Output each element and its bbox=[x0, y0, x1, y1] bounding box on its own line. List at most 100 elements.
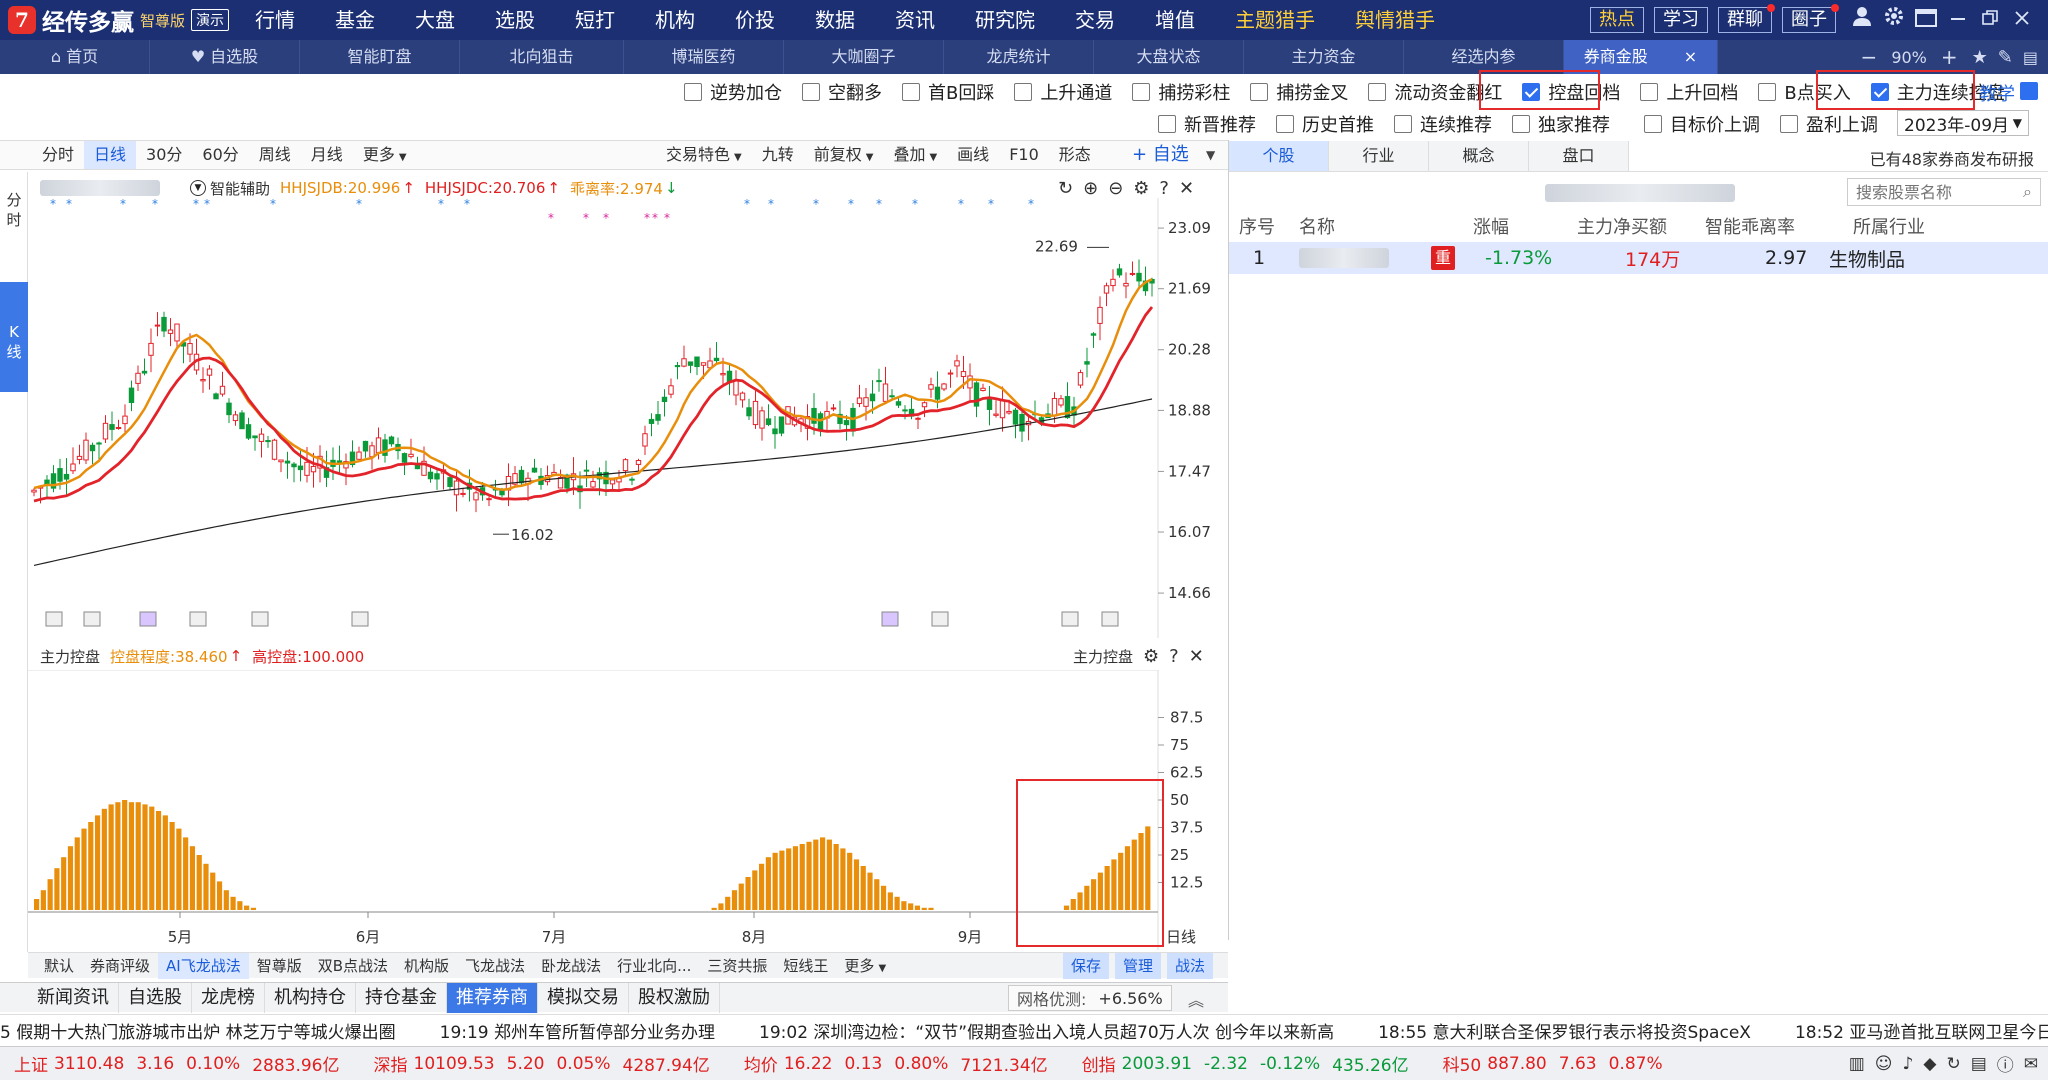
user-icon[interactable] bbox=[1846, 0, 1878, 40]
news-tab[interactable]: 模拟交易 bbox=[538, 982, 629, 1013]
refresh-icon[interactable]: ↻ bbox=[1946, 1054, 1960, 1074]
menu-item[interactable]: 选股 bbox=[475, 0, 555, 40]
column-header[interactable]: 名称 bbox=[1299, 213, 1335, 239]
circle-button[interactable]: 圈子 bbox=[1782, 4, 1839, 33]
document-icon[interactable]: ▤ bbox=[1971, 1054, 1987, 1074]
event-marker-icon[interactable] bbox=[189, 611, 207, 627]
checkbox[interactable] bbox=[1276, 115, 1294, 133]
index-item[interactable]: 上证 3110.48 3.16 0.10% 2883.96亿 bbox=[14, 1051, 340, 1077]
menu-item[interactable]: 价投 bbox=[715, 0, 795, 40]
column-header[interactable]: 涨幅 bbox=[1473, 213, 1509, 239]
chart-tool-button[interactable]: F10 bbox=[999, 141, 1049, 169]
help-icon[interactable]: ? bbox=[1169, 646, 1179, 667]
column-header[interactable]: 主力净买额 bbox=[1577, 213, 1667, 239]
diamond-icon[interactable]: ◆ bbox=[1923, 1054, 1936, 1074]
filter-checkbox[interactable]: 连续推荐 bbox=[1394, 111, 1492, 137]
column-header[interactable]: 序号 bbox=[1239, 213, 1275, 239]
right-tab[interactable]: 概念 bbox=[1429, 140, 1529, 171]
checkbox[interactable] bbox=[902, 83, 920, 101]
page-icon[interactable]: ▤ bbox=[2023, 48, 2038, 67]
checkbox[interactable] bbox=[1132, 83, 1151, 101]
event-marker-icon[interactable] bbox=[45, 611, 63, 627]
minimize-icon[interactable] bbox=[1942, 0, 1974, 40]
menu-item[interactable]: 研究院 bbox=[955, 0, 1055, 40]
group-chat-button[interactable]: 群聊 bbox=[1718, 4, 1775, 33]
menu-item[interactable]: 交易 bbox=[1055, 0, 1135, 40]
study-button[interactable]: 学习 bbox=[1654, 7, 1708, 33]
chart-tool-button[interactable]: 前复权 ▼ bbox=[804, 141, 884, 169]
filter-checkbox[interactable]: 空翻多 bbox=[802, 79, 882, 105]
menu-item[interactable]: 主题猎手 bbox=[1215, 0, 1335, 40]
event-marker-icon[interactable] bbox=[351, 611, 369, 627]
tab-item[interactable]: 大咖圈子 bbox=[784, 40, 944, 74]
event-marker-icon[interactable] bbox=[931, 611, 949, 627]
checkbox[interactable] bbox=[1368, 83, 1387, 101]
chart-tool-button[interactable]: 九转 bbox=[752, 141, 804, 169]
filter-checkbox[interactable]: 捕捞彩柱 bbox=[1132, 79, 1230, 105]
chart-tool-button[interactable]: 交易特色 ▼ bbox=[656, 141, 752, 169]
menu-item[interactable]: 资讯 bbox=[875, 0, 955, 40]
checkbox[interactable] bbox=[1158, 115, 1176, 133]
filter-checkbox[interactable]: 目标价上调 bbox=[1644, 111, 1760, 137]
period-button[interactable]: 60分 bbox=[192, 141, 248, 169]
edit-pen-icon[interactable]: ✎ bbox=[1998, 47, 2013, 68]
news-tab[interactable]: 新闻资讯 bbox=[28, 982, 119, 1013]
zoom-out-icon[interactable]: ⊖ bbox=[1108, 178, 1123, 199]
period-button[interactable]: 30分 bbox=[136, 141, 192, 169]
menu-item[interactable]: 基金 bbox=[315, 0, 395, 40]
menu-item[interactable]: 舆情猎手 bbox=[1335, 0, 1455, 40]
column-header[interactable]: 智能乖离率 bbox=[1705, 213, 1795, 239]
tab-item[interactable]: 大盘状态 bbox=[1094, 40, 1244, 74]
stock-search[interactable]: ⌕ bbox=[1847, 178, 2041, 206]
window-layout-icon[interactable] bbox=[1910, 0, 1942, 40]
news-tab[interactable]: 股权激励 bbox=[629, 982, 720, 1013]
event-marker-icon[interactable] bbox=[1061, 611, 1079, 627]
search-icon[interactable]: ⌕ bbox=[2023, 182, 2032, 202]
people-icon[interactable]: ☺ bbox=[1875, 1054, 1893, 1074]
tab-item[interactable]: ♥ 自选股 bbox=[150, 40, 300, 74]
hot-button[interactable]: 热点 bbox=[1590, 7, 1644, 33]
strategy-item[interactable]: 三资共振 bbox=[699, 953, 775, 979]
ticker-item[interactable]: 19:19 郑州车管所暂停部分业务办理 bbox=[440, 1018, 715, 1043]
info-icon[interactable]: ⓘ bbox=[1997, 1051, 2014, 1076]
restore-icon[interactable] bbox=[1974, 0, 2006, 40]
strategy-item[interactable]: 更多 ▼ bbox=[836, 953, 894, 979]
checkbox[interactable] bbox=[1014, 83, 1033, 101]
strategy-item[interactable]: 机构版 bbox=[396, 953, 457, 979]
right-tab[interactable]: 盘口 bbox=[1529, 140, 1629, 171]
news-tab[interactable]: 自选股 bbox=[119, 982, 192, 1013]
checkbox[interactable] bbox=[1644, 115, 1662, 133]
chart-tool-button[interactable]: 画线 bbox=[947, 141, 999, 169]
period-button[interactable]: 日线 bbox=[84, 141, 137, 169]
kline-chart[interactable]: 23.09 21.69 20.28 18.88 17.47 16.07 14.66 22.69… bbox=[28, 198, 1228, 638]
teach-link[interactable]: 教学 bbox=[1979, 80, 2015, 106]
news-tab[interactable]: 机构持仓 bbox=[265, 982, 356, 1013]
menu-item[interactable]: 数据 bbox=[795, 0, 875, 40]
strategy-item[interactable]: 智尊版 bbox=[249, 953, 310, 979]
chart-mini-icon[interactable]: ▥ bbox=[1849, 1054, 1865, 1074]
menu-item[interactable]: 大盘 bbox=[395, 0, 475, 40]
checkbox[interactable] bbox=[1780, 115, 1798, 133]
chevron-down-icon[interactable]: ▼ bbox=[190, 180, 206, 196]
table-row[interactable]: 1 重 -1.73% 174万 2.97 生物制品 bbox=[1229, 242, 2048, 274]
ticker-item[interactable]: 18:55 意大利联合圣保罗银行表示将投资SpaceX bbox=[1378, 1018, 1751, 1043]
tab-item[interactable]: 龙虎统计 bbox=[944, 40, 1094, 74]
demo-badge[interactable]: 演示 bbox=[191, 9, 230, 31]
filter-checkbox[interactable]: 历史首推 bbox=[1276, 111, 1374, 137]
filter-checkbox[interactable]: 独家推荐 bbox=[1512, 111, 1610, 137]
tab-item[interactable]: 经选内参 bbox=[1404, 40, 1564, 74]
event-marker-icon[interactable] bbox=[139, 611, 157, 627]
menu-item[interactable]: 短打 bbox=[555, 0, 635, 40]
tab-item[interactable]: ⌂ 首页 bbox=[0, 40, 150, 74]
strategy-item[interactable]: 飞龙战法 bbox=[457, 953, 533, 979]
add-watchlist-button[interactable]: + 自选 bbox=[1132, 141, 1189, 169]
checkbox[interactable] bbox=[1758, 83, 1777, 101]
strategy-item[interactable]: AI飞龙战法 bbox=[158, 952, 249, 979]
strategy-action-button[interactable]: 战法 bbox=[1167, 953, 1214, 979]
strategy-item[interactable]: 短线王 bbox=[775, 953, 836, 979]
teach-toggle[interactable] bbox=[2020, 82, 2038, 100]
menu-item[interactable]: 行情 bbox=[235, 0, 315, 40]
filter-checkbox[interactable]: 捕捞金叉 bbox=[1250, 79, 1348, 105]
news-tab[interactable]: 推荐券商 bbox=[447, 982, 538, 1013]
strategy-item[interactable]: 默认 bbox=[36, 953, 82, 979]
